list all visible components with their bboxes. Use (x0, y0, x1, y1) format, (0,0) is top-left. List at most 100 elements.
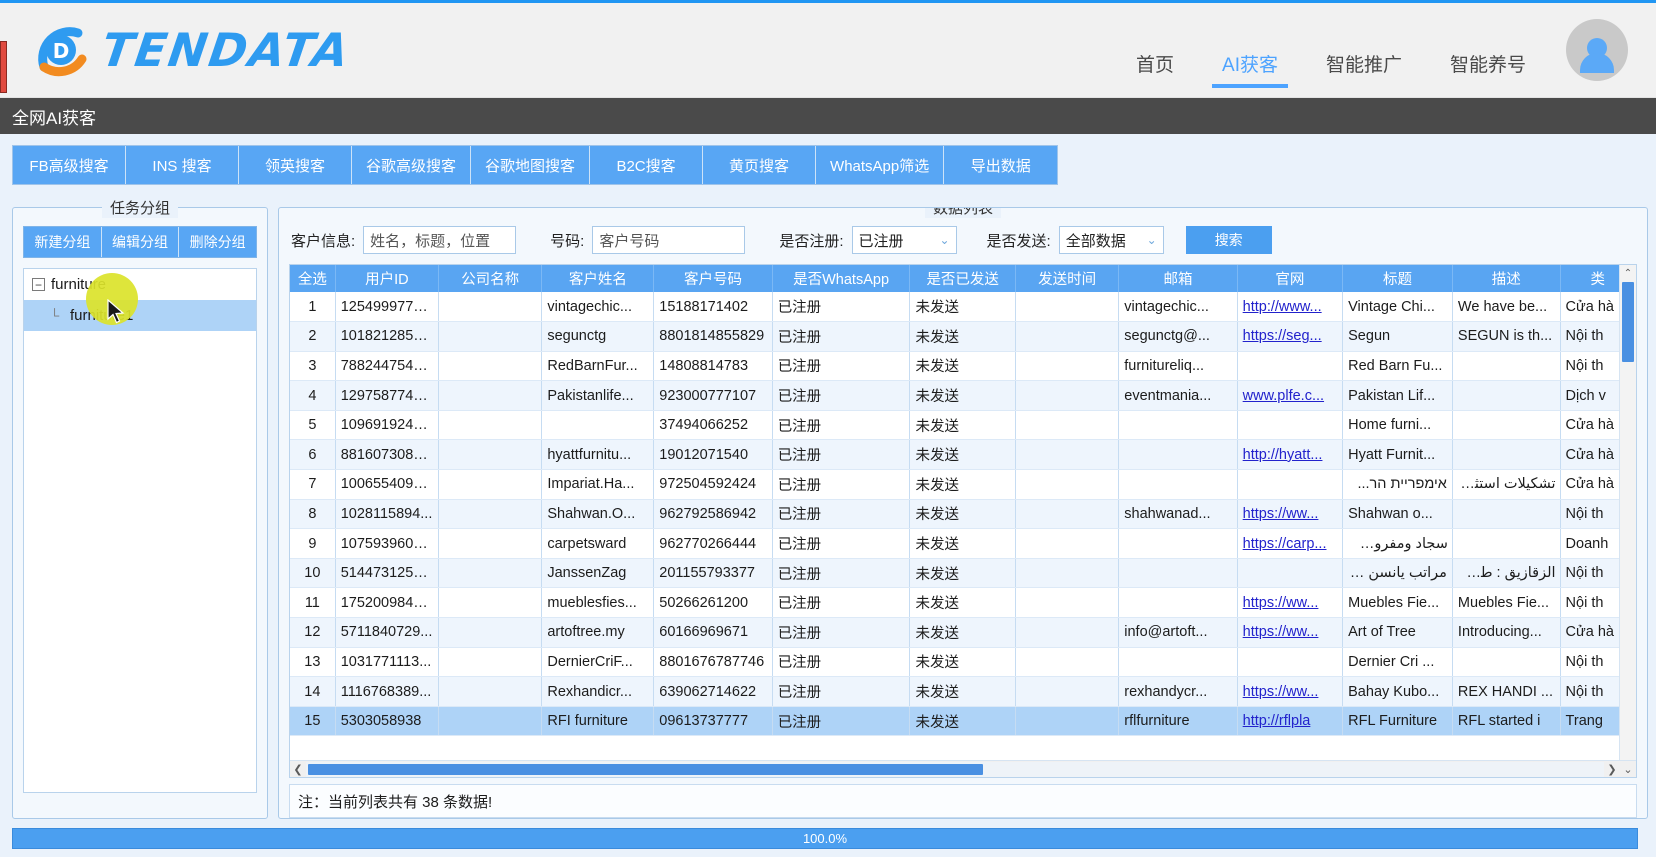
table-row[interactable]: 15 5303058938 RFI furniture 09613737777 已注册未… (290, 706, 1636, 737)
website-link[interactable]: https://ww... (1243, 684, 1319, 700)
cell-website[interactable]: http://rflpla (1237, 706, 1344, 737)
cell-website[interactable]: https://seg... (1237, 321, 1344, 352)
table-horizontal-scrollbar[interactable]: ❮ ❯ ⌄ (290, 760, 1636, 777)
sent-select[interactable]: 全部数据 ⌄ (1058, 226, 1164, 254)
cell-email: info@artoft... (1118, 617, 1238, 648)
website-link[interactable]: https://ww... (1243, 595, 1319, 611)
cell-company (438, 647, 543, 678)
website-link[interactable]: www.plfe.c... (1243, 388, 1324, 404)
cell-description: الزقازيق : طريق ... (1452, 558, 1561, 589)
col-is-whatsapp[interactable]: 是否WhatsApp (772, 265, 911, 292)
toolbar-btn-linkedin[interactable]: 领英搜客 (239, 146, 352, 184)
table-row[interactable]: 8 1028115894... Shahwan.O... 962792586942 已注… (290, 499, 1636, 530)
cell-title: Hyatt Furnit... (1342, 439, 1453, 471)
table-row[interactable]: 7 1006554090... Impariat.Ha... 972504592424… (290, 469, 1636, 500)
cell-website[interactable]: http://www... (1237, 292, 1344, 323)
toolbar-btn-yellow-pages[interactable]: 黄页搜客 (703, 146, 817, 184)
toolbar-btn-fb-advanced[interactable]: FB高级搜客 (13, 146, 126, 184)
website-link[interactable]: https://ww... (1243, 506, 1319, 522)
cell-user-id: 8816073086... (335, 439, 440, 471)
col-user-id[interactable]: 用户ID (335, 265, 440, 292)
col-website[interactable]: 官网 (1237, 265, 1344, 292)
col-title[interactable]: 标题 (1342, 265, 1453, 292)
table-row[interactable]: 9 1075939606... carpetsward 962770266444 已注册… (290, 528, 1636, 559)
website-link[interactable]: https://seg... (1243, 328, 1322, 344)
tree-node-furniture[interactable]: − furniture (24, 269, 256, 300)
cell-title: Vintage Chi... (1342, 292, 1453, 323)
cell-website[interactable]: https://ww... (1237, 587, 1344, 619)
cell-website[interactable]: www.plfe.c... (1237, 380, 1344, 411)
table-row[interactable]: 13 1031771113... DernierCriF... 88016767877… (290, 647, 1636, 678)
toolbar-btn-google-advanced[interactable]: 谷歌高级搜客 (352, 146, 472, 184)
table-row[interactable]: 4 1297587743... Pakistanlife... 92300077710… (290, 380, 1636, 411)
table-row[interactable]: 10 5144731252... JanssenZag 201155793377 已注册… (290, 558, 1636, 589)
col-customer-phone[interactable]: 客户号码 (653, 265, 773, 292)
chevron-down-icon[interactable]: ⌄ (1620, 763, 1636, 776)
cell-title: Bahay Kubo... (1342, 676, 1453, 707)
brand-logo[interactable]: D TENDATA (30, 19, 354, 81)
new-group-button[interactable]: 新建分组 (24, 227, 102, 257)
table-row[interactable]: 12 5711840729... artoftree.my 60166969671 已注… (290, 617, 1636, 648)
cell-website[interactable]: http://hyatt... (1237, 439, 1344, 471)
nav-item-ai-acquisition[interactable]: AI获客 (1212, 50, 1288, 97)
table-row[interactable]: 6 8816073086... hyattfurnitu... 19012071540… (290, 439, 1636, 471)
customer-info-input[interactable]: 姓名，标题，位置 (363, 226, 517, 254)
tree-node-furniture1[interactable]: └ furniture1 (24, 300, 256, 331)
cell-company (438, 587, 543, 619)
cell-website[interactable]: https://ww... (1237, 676, 1344, 707)
cell-description: Muebles Fie... (1452, 587, 1561, 619)
table-row[interactable]: 14 1116768389... Rexhandicr... 639062714622… (290, 676, 1636, 707)
chevron-right-icon[interactable]: ❯ (1604, 763, 1620, 776)
col-company[interactable]: 公司名称 (438, 265, 543, 292)
search-button[interactable]: 搜索 (1185, 226, 1272, 254)
delete-group-button[interactable]: 删除分组 (179, 227, 257, 257)
edit-group-button[interactable]: 编辑分组 (101, 227, 180, 257)
registered-select[interactable]: 已注册 ⌄ (851, 226, 957, 254)
table-row[interactable]: 11 1752009841... mueblesfies... 50266261200… (290, 587, 1636, 619)
tree-collapse-icon[interactable]: − (32, 278, 45, 291)
chevron-left-icon[interactable]: ❮ (290, 763, 306, 776)
cell-email: eventmania... (1118, 380, 1238, 411)
table-row[interactable]: 1 1254999774... vintagechic... 15188171402 已… (290, 292, 1636, 323)
cell-customer-name: RFI furniture (541, 706, 655, 737)
cell-is-sent: 未发送 (909, 706, 1016, 737)
cell-email: furnitureliq... (1118, 351, 1238, 382)
col-send-time[interactable]: 发送时间 (1015, 265, 1120, 292)
data-table: 全选 用户ID 公司名称 客户姓名 客户号码 是否WhatsApp 是否已发送 … (290, 265, 1636, 737)
nav-item-smart-promotion[interactable]: 智能推广 (1326, 50, 1402, 97)
hscroll-thumb[interactable] (308, 763, 983, 775)
table-vertical-scrollbar[interactable]: ⌃ (1619, 265, 1636, 760)
table-row[interactable]: 5 1096919241... 37494066252 已注册 未发送 Home furn… (290, 410, 1636, 441)
col-select-all[interactable]: 全选 (290, 265, 336, 292)
toolbar-btn-whatsapp-filter[interactable]: WhatsApp筛选 (816, 146, 945, 184)
website-link[interactable]: http://rflpla (1243, 713, 1311, 729)
toolbar-btn-export-data[interactable]: 导出数据 (944, 146, 1058, 184)
col-is-sent[interactable]: 是否已发送 (909, 265, 1016, 292)
cell-customer-phone: 09613737777 (653, 706, 773, 737)
hscroll-track[interactable] (306, 761, 1604, 777)
toolbar-btn-ins[interactable]: INS 搜客 (126, 146, 239, 184)
website-link[interactable]: http://www... (1243, 299, 1322, 315)
toolbar-btn-google-maps[interactable]: 谷歌地图搜客 (471, 146, 591, 184)
website-link[interactable]: http://hyatt... (1243, 447, 1323, 463)
toolbar-btn-b2c[interactable]: B2C搜客 (590, 146, 704, 184)
cell-customer-phone: 19012071540 (653, 439, 773, 471)
user-avatar-icon[interactable] (1566, 19, 1628, 81)
table-row[interactable]: 3 7882447549... RedBarnFur... 14808814783 已注… (290, 351, 1636, 382)
website-link[interactable]: https://ww... (1243, 624, 1319, 640)
cell-website[interactable]: https://ww... (1237, 499, 1344, 530)
col-description[interactable]: 描述 (1452, 265, 1561, 292)
cell-website[interactable]: https://ww... (1237, 617, 1344, 648)
nav-item-smart-account[interactable]: 智能养号 (1450, 50, 1526, 97)
data-table-container: 全选 用户ID 公司名称 客户姓名 客户号码 是否WhatsApp 是否已发送 … (289, 264, 1637, 778)
nav-item-home[interactable]: 首页 (1136, 50, 1174, 97)
col-email[interactable]: 邮箱 (1118, 265, 1238, 292)
chevron-up-icon[interactable]: ⌃ (1620, 265, 1636, 281)
cell-company (438, 439, 543, 471)
number-input[interactable]: 客户号码 (592, 226, 746, 254)
col-customer-name[interactable]: 客户姓名 (541, 265, 655, 292)
table-row[interactable]: 2 1018212852... segunctg 8801814855829 已注册 未发… (290, 321, 1636, 352)
cell-website[interactable]: https://carp... (1237, 528, 1344, 559)
vscroll-thumb[interactable] (1622, 282, 1634, 362)
website-link[interactable]: https://carp... (1243, 536, 1327, 552)
